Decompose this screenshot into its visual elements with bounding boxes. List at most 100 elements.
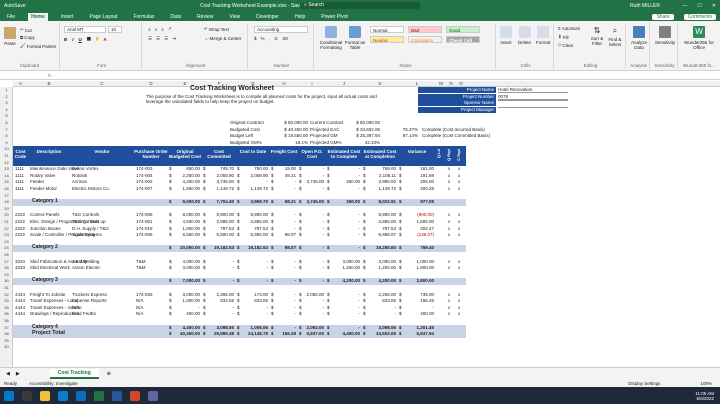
flag-x[interactable]: x [448, 305, 450, 310]
excel-icon[interactable] [94, 390, 104, 401]
summary-value[interactable]: $ 19,550.00 [262, 133, 308, 138]
style-normal[interactable]: Normal [370, 26, 404, 33]
amount[interactable]: 1,550.00 [168, 186, 200, 191]
amount[interactable]: 797.53 [362, 226, 396, 231]
row-header[interactable]: 6 [0, 120, 13, 125]
row-header[interactable]: 27 [0, 259, 13, 264]
amount[interactable]: 797.53 [236, 226, 268, 231]
cost-code[interactable]: 1111 [15, 173, 24, 178]
bold-icon[interactable]: B [64, 37, 67, 42]
amount[interactable]: - [326, 298, 361, 303]
row-header[interactable]: 14 [0, 173, 13, 178]
summary-percent[interactable]: 76.27% [384, 127, 418, 132]
cost-code[interactable]: 4444 [15, 305, 25, 310]
po-number[interactable]: 174-001 [136, 219, 153, 224]
tab-formulas[interactable]: Formulas [131, 13, 158, 21]
align-center-icon[interactable]: ☰ [156, 36, 160, 42]
powerpoint-icon[interactable] [130, 390, 140, 401]
category-total-amount[interactable]: 2,800.00 [398, 278, 434, 283]
amount[interactable]: - [202, 265, 235, 270]
row-header[interactable]: 34 [0, 305, 13, 310]
amount[interactable]: 3,000.00 [326, 259, 360, 264]
category-total-amount[interactable]: - [326, 245, 361, 250]
summary-value[interactable]: $ 40,450.00 [262, 127, 308, 132]
category-total-amount[interactable]: 7,000.00 [168, 278, 200, 283]
amount[interactable]: - [270, 186, 297, 191]
align-middle-icon[interactable]: ≡ [155, 27, 158, 32]
row-header[interactable]: 39 [0, 338, 13, 343]
amount[interactable]: 735.00 [398, 292, 434, 297]
row-header[interactable]: 40 [0, 344, 13, 349]
amount[interactable]: - [270, 311, 297, 316]
row-header[interactable]: 38 [0, 331, 13, 336]
row-header[interactable]: 17 [0, 193, 13, 198]
currency-icon[interactable]: $ [254, 36, 257, 41]
user-name[interactable]: Ruth MILLER [630, 3, 660, 9]
category-total-amount[interactable]: 19,182.53 [202, 245, 234, 250]
orientation-icon[interactable]: ↗ [168, 26, 172, 32]
align-right-icon[interactable]: ☰ [164, 36, 168, 42]
vendor[interactable]: D.H. Supply / T&G [72, 226, 109, 231]
amount[interactable]: 173.00 [236, 292, 268, 297]
amount[interactable]: 2,108.11 [362, 173, 396, 178]
category-total-amount[interactable]: 3,098.55 [202, 325, 234, 330]
amount[interactable]: - [326, 166, 361, 171]
project-total-amount[interactable]: 29,985.48 [202, 331, 234, 336]
category-total-amount[interactable]: 1,006.55 [236, 325, 268, 330]
copy-button[interactable]: ⧉ Copy [20, 35, 35, 40]
flag-x[interactable]: x [448, 298, 450, 303]
underline-icon[interactable]: U [79, 37, 82, 42]
file-explorer-icon[interactable] [40, 390, 50, 401]
amount[interactable]: 1,605.00 [398, 219, 434, 224]
amount[interactable]: 749.70 [202, 166, 234, 171]
category-total-amount[interactable]: 977.09 [398, 199, 434, 204]
row-header[interactable]: 19 [0, 206, 13, 211]
amount[interactable]: 1,149.72 [362, 186, 396, 191]
decrease-decimal-icon[interactable]: .00 [282, 36, 288, 41]
sort-filter-button[interactable]: ⇅ Sort & Filter [588, 26, 606, 46]
summary-value[interactable]: 19.1% [262, 140, 308, 145]
close-icon[interactable]: ✕ [712, 3, 716, 9]
category-total-amount[interactable]: 2,092.00 [298, 325, 324, 330]
column-header[interactable]: B [28, 81, 70, 87]
amount[interactable]: 3,745.00 [298, 179, 324, 184]
autosave-label[interactable]: AutoSave [4, 3, 26, 9]
category-total-amount[interactable]: - [270, 325, 297, 330]
row-header[interactable]: 18 [0, 199, 13, 204]
amount[interactable]: 2,058.90 [202, 173, 234, 178]
cost-code[interactable]: 2222 [15, 212, 25, 217]
amount[interactable]: 833.55 [362, 298, 396, 303]
category-total-amount[interactable]: 19,182.53 [236, 245, 268, 250]
category-total-amount[interactable]: 7,704.40 [202, 199, 234, 204]
amount[interactable]: 2,092.00 [298, 292, 324, 297]
align-left-icon[interactable]: ☰ [148, 36, 152, 42]
amount[interactable]: 4,000.00 [168, 259, 200, 264]
row-header[interactable]: 7 [0, 127, 13, 132]
prev-sheet-icon[interactable]: ◀ [6, 371, 10, 377]
amount[interactable]: 400.00 [398, 311, 434, 316]
vendor[interactable]: Expense Reports [72, 298, 107, 303]
amount[interactable]: - [202, 305, 235, 310]
category-total-amount[interactable]: - [236, 278, 269, 283]
amount[interactable]: 191.89 [398, 173, 434, 178]
flag-x[interactable]: x [458, 292, 460, 297]
description[interactable]: Freight To Jobsite [30, 292, 65, 297]
amount[interactable]: 3,745.00 [202, 179, 234, 184]
style-check-cell[interactable]: Check Cell [446, 36, 480, 43]
sensitivity-button[interactable]: Sensitivity [654, 26, 676, 45]
amount[interactable]: 1,149.72 [236, 186, 268, 191]
amount[interactable]: - [298, 173, 325, 178]
po-number[interactable]: 174-005 [136, 212, 153, 217]
amount[interactable]: 2,265.00 [202, 292, 234, 297]
row-header[interactable]: 26 [0, 252, 13, 257]
row-header[interactable]: 24 [0, 239, 13, 244]
row-header[interactable]: 4 [0, 107, 13, 112]
delete-cells-button[interactable]: Delete [518, 26, 531, 45]
amount[interactable]: 833.55 [236, 298, 268, 303]
amount[interactable]: 3,000.00 [168, 292, 200, 297]
find-select-button[interactable]: ⌕ Find & Select [606, 26, 624, 47]
italic-icon[interactable]: I [72, 37, 73, 42]
amount[interactable]: - [326, 311, 361, 316]
po-number[interactable]: 174-002 [136, 179, 153, 184]
amount[interactable]: 181.00 [398, 166, 434, 171]
